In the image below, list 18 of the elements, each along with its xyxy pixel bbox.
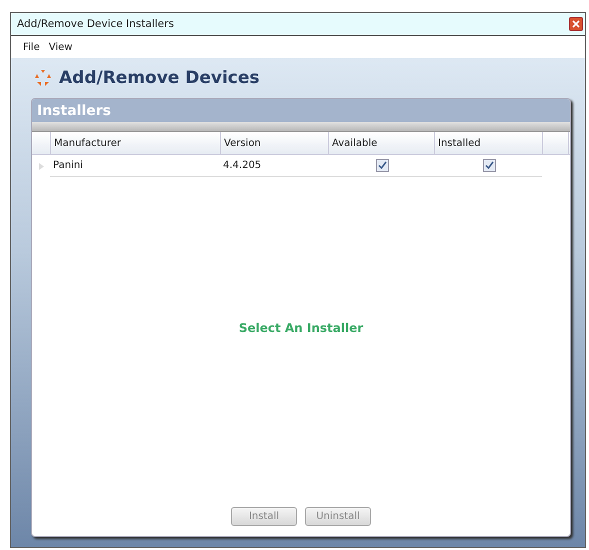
panel-title: Installers bbox=[32, 99, 570, 122]
column-header[interactable]: Installed bbox=[435, 132, 543, 154]
checkbox[interactable] bbox=[483, 159, 496, 172]
table-cell: 4.4.205 bbox=[220, 155, 328, 177]
column-header[interactable]: Version bbox=[221, 132, 329, 154]
column-header[interactable]: Manufacturer bbox=[51, 132, 221, 154]
column-header[interactable]: Available bbox=[329, 132, 435, 154]
checkbox[interactable] bbox=[376, 159, 389, 172]
page-title: Add/Remove Devices bbox=[59, 68, 260, 88]
table-cell: Panini bbox=[50, 155, 220, 177]
window-title: Add/Remove Device Installers bbox=[17, 18, 174, 30]
menu-item[interactable]: File bbox=[23, 42, 40, 52]
close-icon bbox=[572, 20, 580, 28]
status-message: Select An Installer bbox=[238, 321, 364, 335]
row-arrow-icon bbox=[38, 162, 44, 170]
menu-item[interactable]: View bbox=[48, 42, 72, 52]
logo-icon bbox=[33, 68, 53, 88]
close-button[interactable] bbox=[569, 17, 583, 31]
